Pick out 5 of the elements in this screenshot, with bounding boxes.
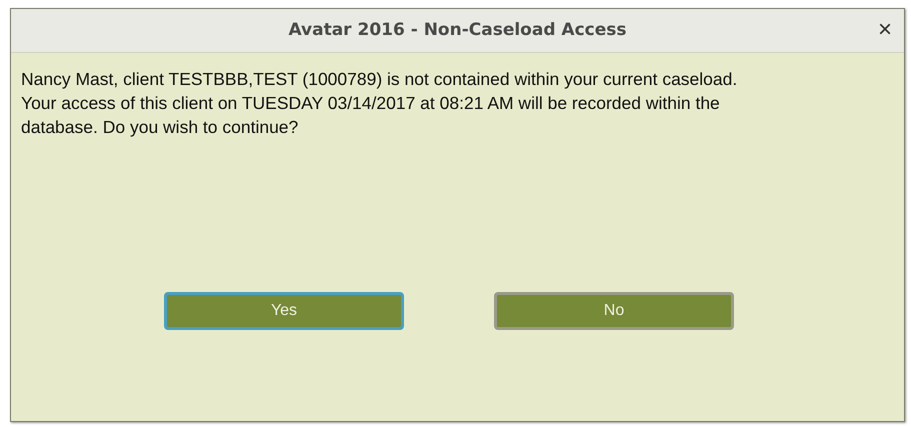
dialog-button[interactable]: No — [494, 292, 734, 330]
window-title: Avatar 2016 - Non-Caseload Access — [288, 18, 627, 42]
dialog-button[interactable]: Yes — [164, 292, 404, 330]
close-button[interactable]: × — [878, 17, 892, 43]
message-text: Nancy Mast, client TESTBBB,TEST (1000789) is not contained within your current caseload. Your access of this client on TUESDAY 03/14/2017 at 08:21 AM will be recorded within the database. Do you wish to continue? — [20, 68, 738, 139]
